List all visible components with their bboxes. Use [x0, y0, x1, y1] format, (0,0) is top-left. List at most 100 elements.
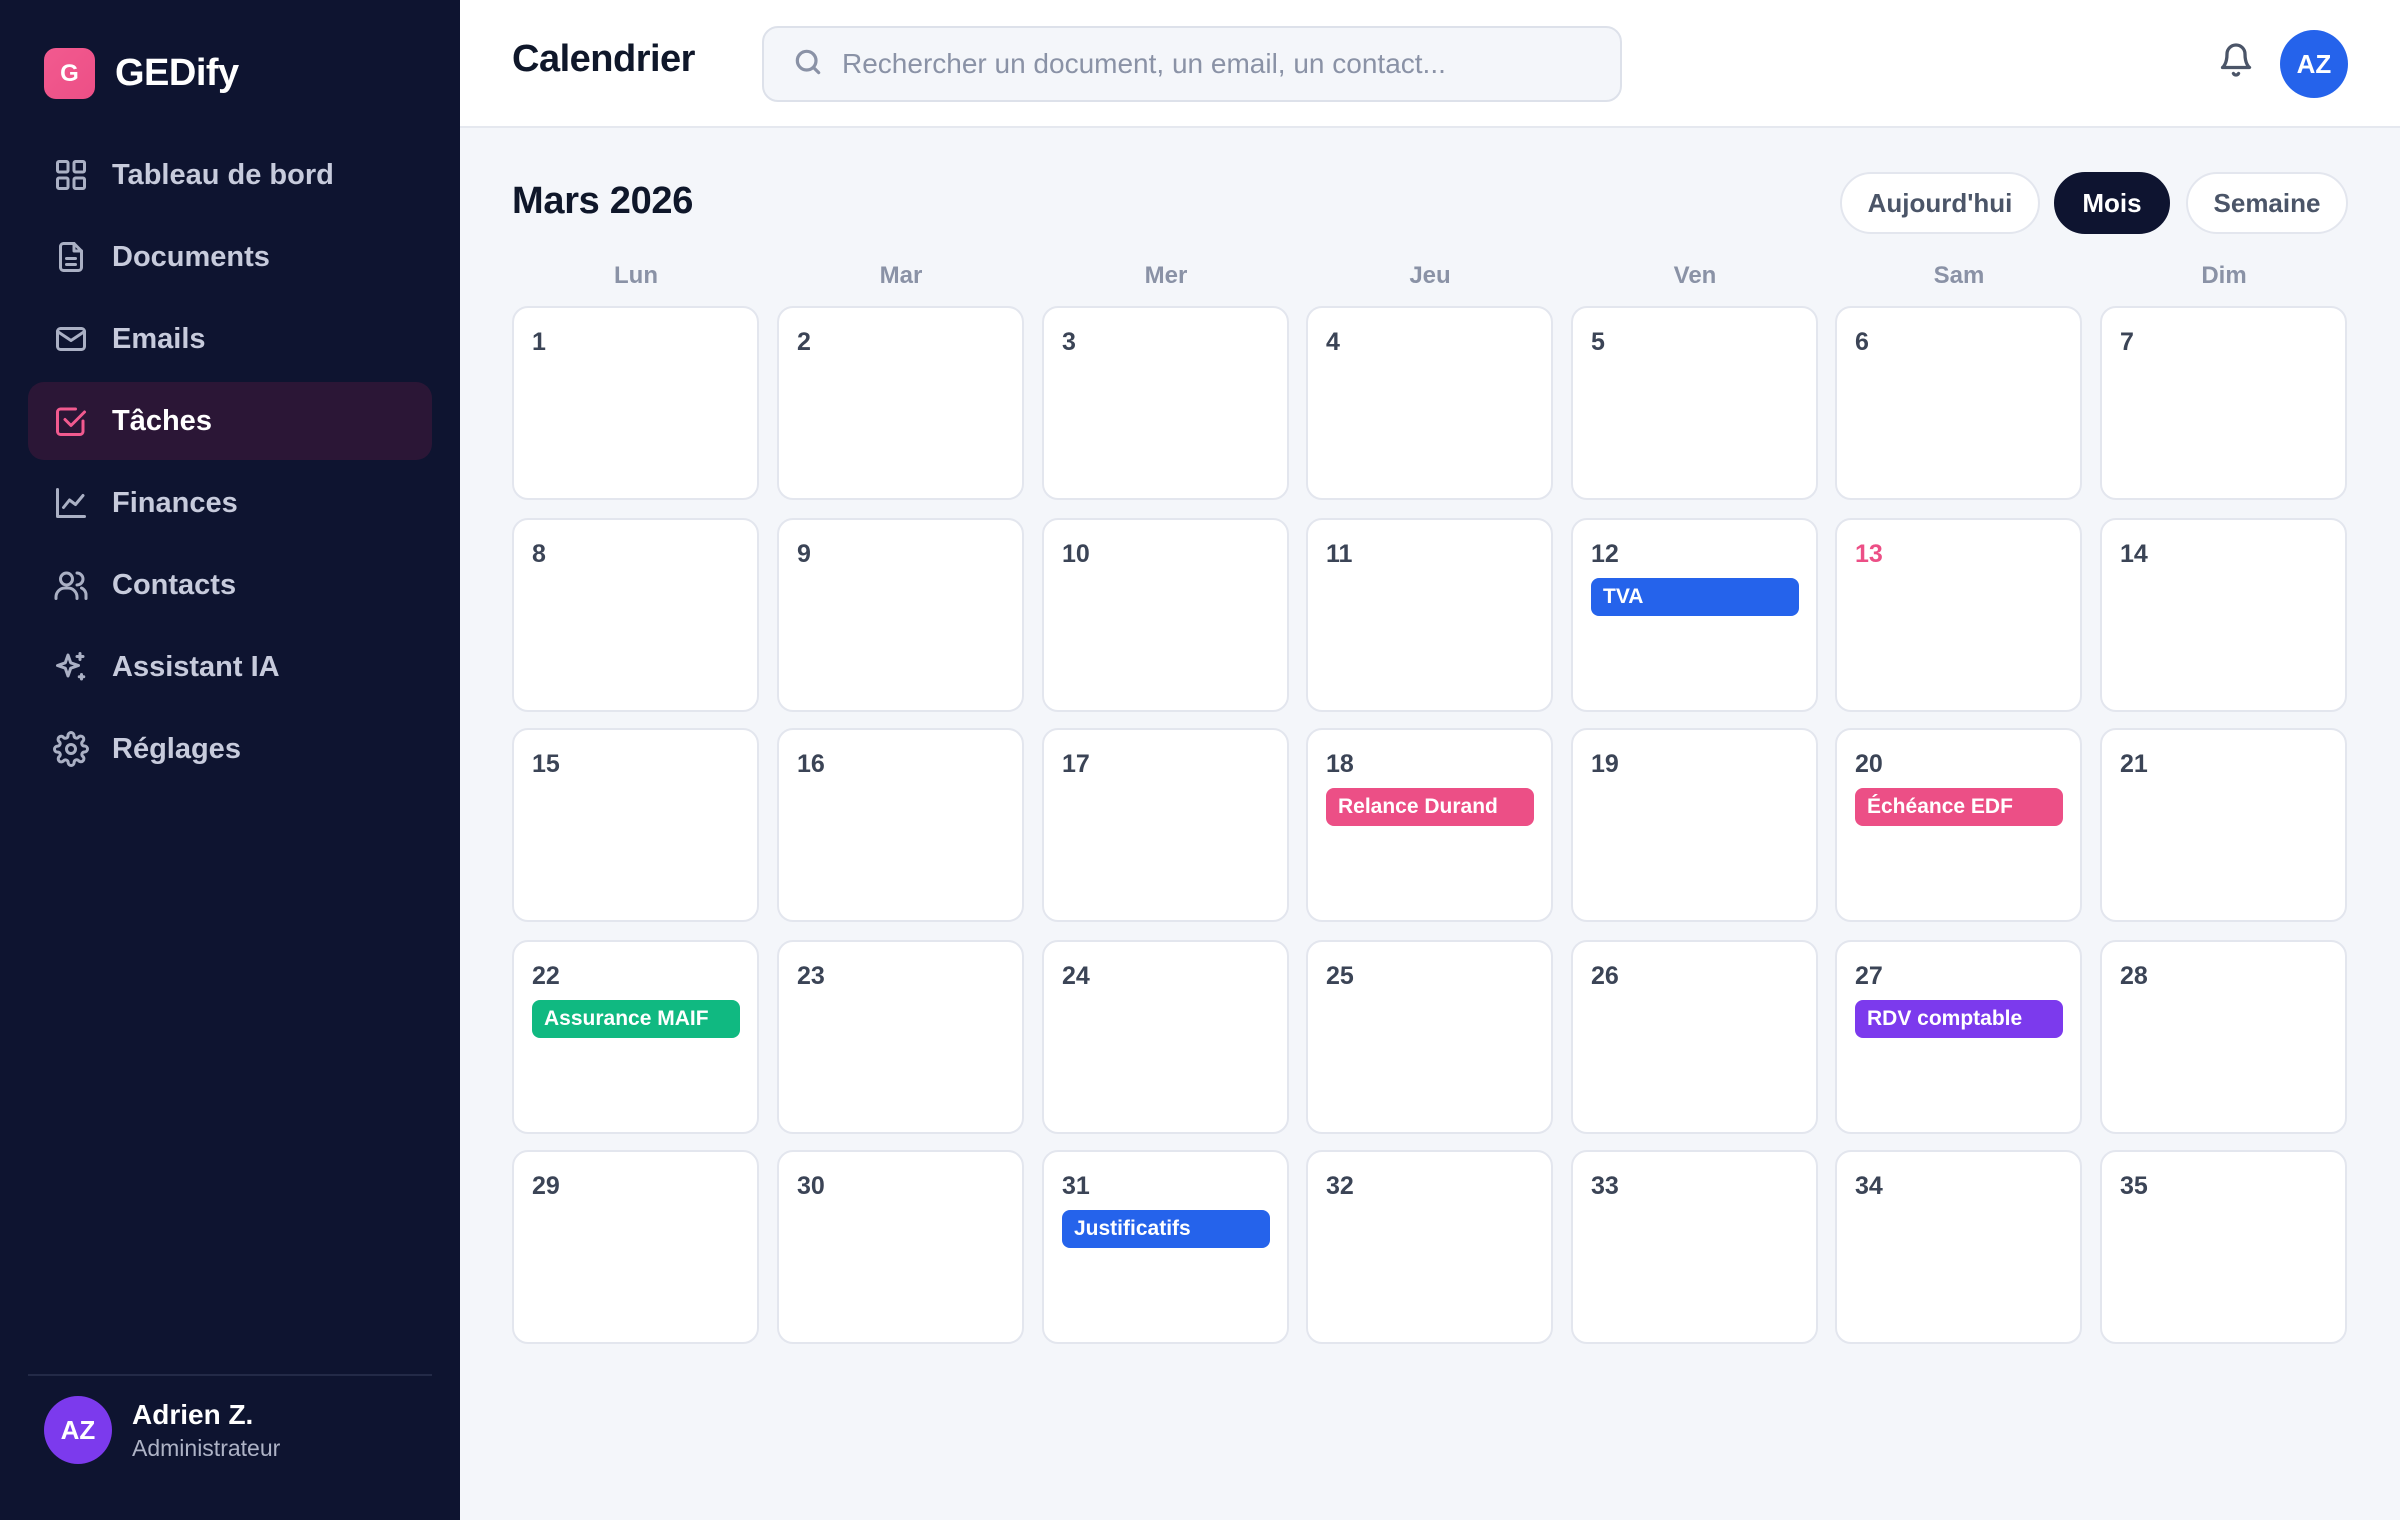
- top-header: Calendrier AZ: [460, 0, 2400, 128]
- calendar-day-cell[interactable]: 14: [2100, 518, 2347, 712]
- day-number: 9: [797, 540, 811, 568]
- calendar-day-cell[interactable]: 12 TVA: [1571, 518, 1818, 712]
- sidebar-item-dashboard[interactable]: Tableau de bord: [28, 136, 432, 214]
- sidebar-item-taches[interactable]: Tâches: [28, 382, 432, 460]
- user-profile[interactable]: AZ Adrien Z. Administrateur: [44, 1396, 280, 1464]
- week-view-button[interactable]: Semaine: [2186, 172, 2348, 234]
- calendar-day-cell[interactable]: 22 Assurance MAIF: [512, 940, 759, 1134]
- app-name: GEDify: [115, 52, 239, 94]
- calendar-event[interactable]: TVA: [1591, 578, 1799, 616]
- calendar-day-cell[interactable]: 2: [777, 306, 1024, 500]
- day-number: 18: [1326, 750, 1354, 778]
- brand[interactable]: G GEDify: [44, 48, 239, 99]
- users-icon: [52, 566, 90, 604]
- calendar-day-cell[interactable]: 3: [1042, 306, 1289, 500]
- day-number: 29: [532, 1172, 560, 1200]
- day-number: 22: [532, 962, 560, 990]
- sidebar-item-documents[interactable]: Documents: [28, 218, 432, 296]
- calendar-day-cell[interactable]: 32: [1306, 1150, 1553, 1344]
- calendar-day-cell[interactable]: 13: [1835, 518, 2082, 712]
- calendar-day-cell[interactable]: 30: [777, 1150, 1024, 1344]
- day-number: 30: [797, 1172, 825, 1200]
- weekday-header: Sam: [1933, 262, 1985, 289]
- sidebar-item-label: Assistant IA: [112, 650, 280, 683]
- chart-line-icon: [52, 484, 90, 522]
- calendar-day-cell[interactable]: 18 Relance Durand: [1306, 728, 1553, 922]
- day-number: 28: [2120, 962, 2148, 990]
- calendar-day-cell[interactable]: 8: [512, 518, 759, 712]
- calendar-day-cell[interactable]: 9: [777, 518, 1024, 712]
- calendar-day-cell[interactable]: 19: [1571, 728, 1818, 922]
- calendar-day-cell[interactable]: 29: [512, 1150, 759, 1344]
- day-number: 25: [1326, 962, 1354, 990]
- calendar-day-cell[interactable]: 27 RDV comptable: [1835, 940, 2082, 1134]
- day-number: 3: [1062, 328, 1076, 356]
- day-number: 13: [1855, 540, 1883, 568]
- dashboard-icon: [52, 156, 90, 194]
- calendar-day-cell[interactable]: 35: [2100, 1150, 2347, 1344]
- sidebar-item-label: Emails: [112, 322, 206, 355]
- sidebar-item-emails[interactable]: Emails: [28, 300, 432, 378]
- calendar-day-cell[interactable]: 5: [1571, 306, 1818, 500]
- search-icon: [792, 46, 824, 83]
- sidebar-item-assistant-ia[interactable]: Assistant IA: [28, 628, 432, 706]
- user-info: Adrien Z. Administrateur: [132, 1399, 280, 1462]
- day-number: 33: [1591, 1172, 1619, 1200]
- calendar-event[interactable]: RDV comptable: [1855, 1000, 2063, 1038]
- calendar-day-cell[interactable]: 24: [1042, 940, 1289, 1134]
- calendar-day-cell[interactable]: 11: [1306, 518, 1553, 712]
- sidebar-item-label: Tâches: [112, 404, 212, 437]
- notifications-button[interactable]: [2214, 40, 2258, 84]
- search-input[interactable]: [842, 48, 1602, 80]
- day-number: 4: [1326, 328, 1340, 356]
- calendar-day-cell[interactable]: 20 Échéance EDF: [1835, 728, 2082, 922]
- calendar-day-cell[interactable]: 15: [512, 728, 759, 922]
- calendar-day-cell[interactable]: 7: [2100, 306, 2347, 500]
- calendar-day-cell[interactable]: 25: [1306, 940, 1553, 1134]
- day-number: 2: [797, 328, 811, 356]
- calendar-day-cell[interactable]: 4: [1306, 306, 1553, 500]
- sidebar-item-reglages[interactable]: Réglages: [28, 710, 432, 788]
- calendar-day-cell[interactable]: 34: [1835, 1150, 2082, 1344]
- calendar-event[interactable]: Assurance MAIF: [532, 1000, 740, 1038]
- calendar-event[interactable]: Relance Durand: [1326, 788, 1534, 826]
- sidebar-item-label: Finances: [112, 486, 238, 519]
- day-number: 35: [2120, 1172, 2148, 1200]
- document-icon: [52, 238, 90, 276]
- sidebar-divider: [28, 1374, 432, 1376]
- calendar-day-cell[interactable]: 33: [1571, 1150, 1818, 1344]
- weekday-header: Dim: [2201, 262, 2247, 289]
- sidebar-item-contacts[interactable]: Contacts: [28, 546, 432, 624]
- calendar-day-cell[interactable]: 28: [2100, 940, 2347, 1134]
- calendar-day-cell[interactable]: 26: [1571, 940, 1818, 1134]
- header-avatar[interactable]: AZ: [2280, 30, 2348, 98]
- day-number: 11: [1326, 540, 1353, 568]
- day-number: 6: [1855, 328, 1869, 356]
- calendar-day-cell[interactable]: 10: [1042, 518, 1289, 712]
- day-number: 26: [1591, 962, 1619, 990]
- day-number: 14: [2120, 540, 2148, 568]
- task-check-icon: [52, 402, 90, 440]
- avatar: AZ: [44, 1396, 112, 1464]
- search-bar[interactable]: [762, 26, 1622, 102]
- day-number: 1: [532, 328, 546, 356]
- calendar-event[interactable]: Échéance EDF: [1855, 788, 2063, 826]
- day-number: 17: [1062, 750, 1090, 778]
- calendar-day-cell[interactable]: 21: [2100, 728, 2347, 922]
- sidebar-item-label: Tableau de bord: [112, 158, 334, 191]
- user-role: Administrateur: [132, 1434, 281, 1461]
- calendar-day-cell[interactable]: 6: [1835, 306, 2082, 500]
- day-number: 31: [1062, 1172, 1090, 1200]
- calendar-day-cell[interactable]: 16: [777, 728, 1024, 922]
- sidebar-item-finances[interactable]: Finances: [28, 464, 432, 542]
- day-number: 12: [1591, 540, 1619, 568]
- calendar-day-cell[interactable]: 17: [1042, 728, 1289, 922]
- day-number: 20: [1855, 750, 1883, 778]
- calendar-event[interactable]: Justificatifs: [1062, 1210, 1270, 1248]
- month-view-button[interactable]: Mois: [2054, 172, 2170, 234]
- calendar-day-cell[interactable]: 31 Justificatifs: [1042, 1150, 1289, 1344]
- calendar-day-cell[interactable]: 1: [512, 306, 759, 500]
- today-button[interactable]: Aujourd'hui: [1840, 172, 2040, 234]
- calendar-day-cell[interactable]: 23: [777, 940, 1024, 1134]
- sidebar-nav: Tableau de bord Documents Emails Tâches …: [28, 136, 432, 792]
